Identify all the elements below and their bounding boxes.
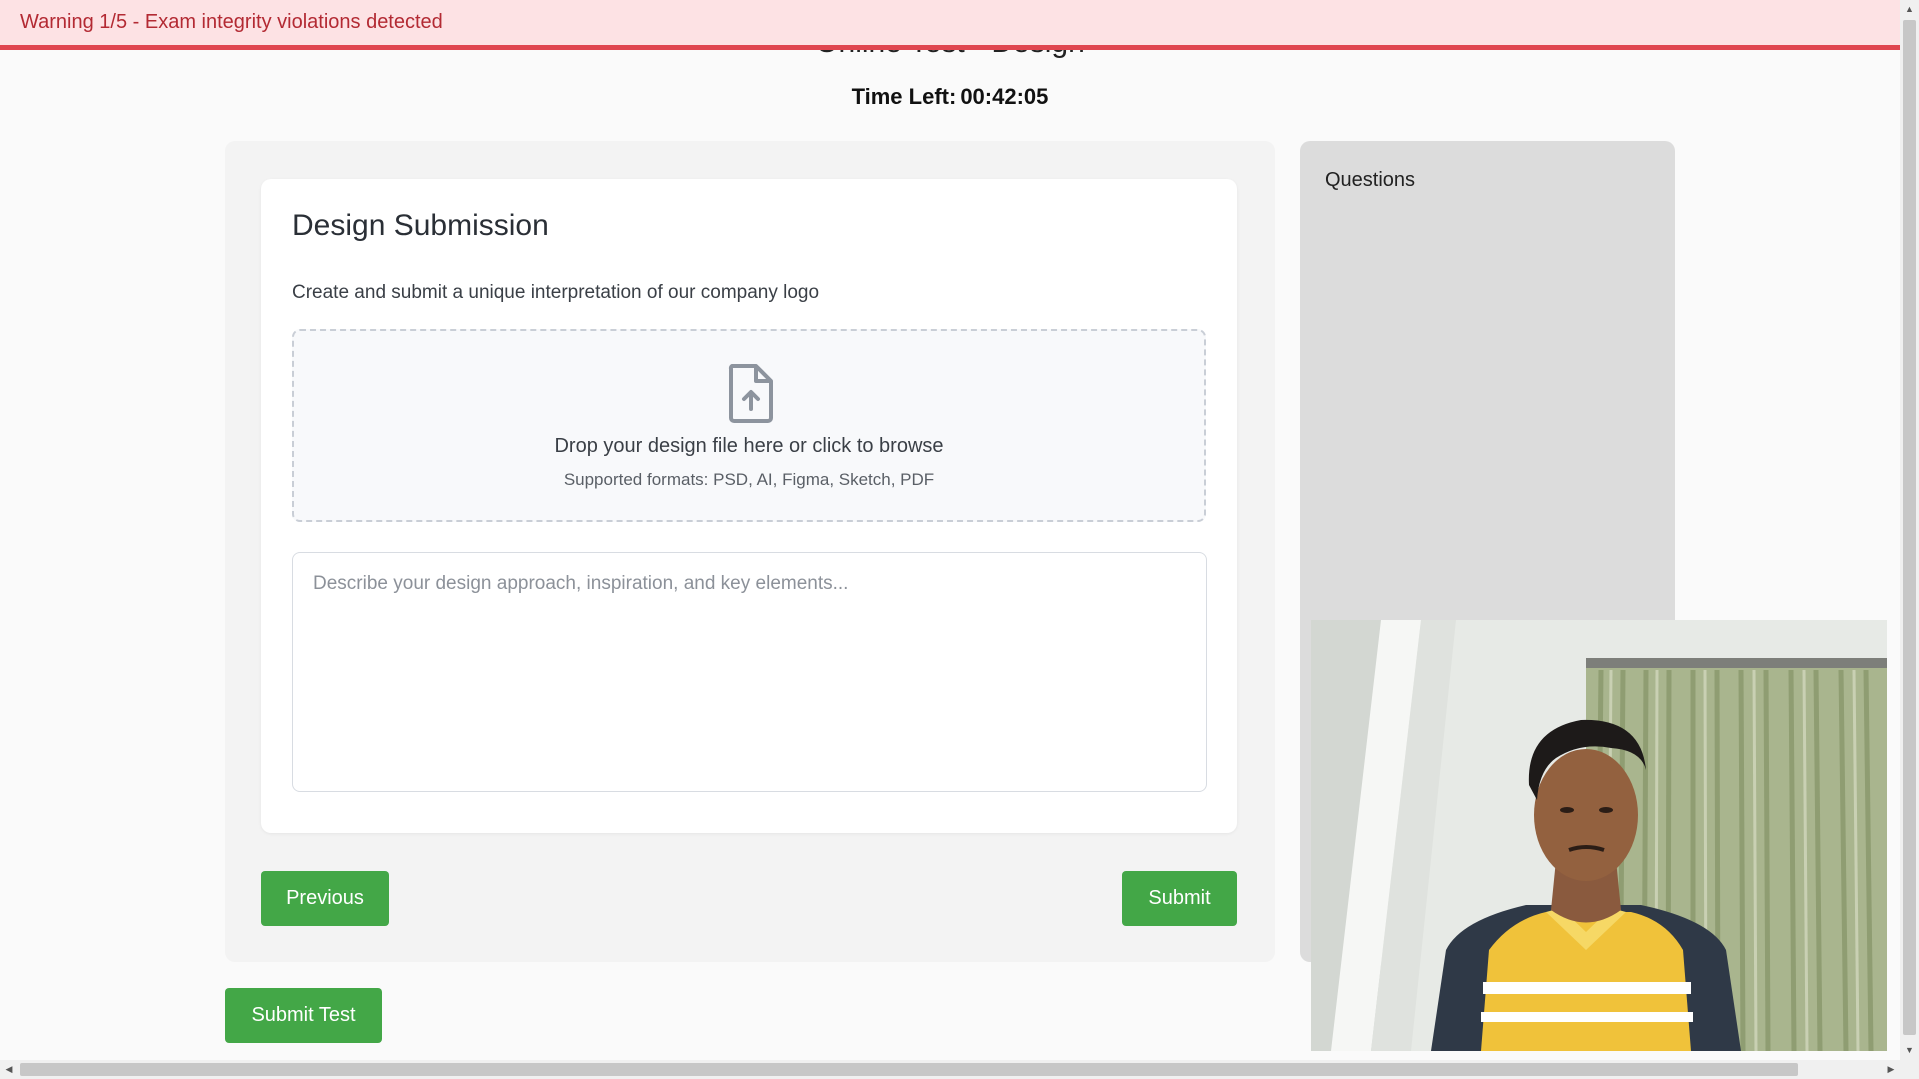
scrollbar-corner xyxy=(1900,1060,1919,1079)
question-card: Design Submission Create and submit a un… xyxy=(261,179,1237,833)
webcam-preview xyxy=(1311,620,1887,1051)
submit-test-button[interactable]: Submit Test xyxy=(225,988,382,1043)
supported-formats-text: Supported formats: PSD, AI, Figma, Sketc… xyxy=(563,470,935,489)
file-upload-icon xyxy=(728,364,773,423)
submit-answer-button[interactable]: Submit xyxy=(1122,871,1237,926)
horizontal-scrollbar[interactable]: ◀ ▶ xyxy=(0,1060,1900,1079)
previous-button[interactable]: Previous xyxy=(261,871,389,926)
question-prompt: Create and submit a unique interpretatio… xyxy=(292,282,820,303)
design-description-input[interactable] xyxy=(292,552,1207,792)
integrity-warning-banner: Warning 1/5 - Exam integrity violations … xyxy=(0,0,1900,50)
warning-text: Warning 1/5 - Exam integrity violations … xyxy=(20,11,443,33)
questions-heading: Questions xyxy=(1325,169,1416,191)
question-title: Design Submission xyxy=(292,209,549,242)
timer: Time Left: 00:42:05 xyxy=(0,84,1900,110)
file-drop-zone[interactable]: Drop your design file here or click to b… xyxy=(292,329,1206,522)
drop-zone-text: Drop your design file here or click to b… xyxy=(554,435,944,457)
question-panel: Design Submission Create and submit a un… xyxy=(225,141,1275,962)
vertical-scroll-thumb[interactable] xyxy=(1903,20,1916,1035)
timer-value: 00:42:05 xyxy=(960,84,1049,109)
timer-label: Time Left: xyxy=(851,84,957,109)
exam-page: Warning 1/5 - Exam integrity violations … xyxy=(0,0,1919,1079)
scroll-right-icon[interactable]: ▶ xyxy=(1884,1060,1898,1079)
scroll-up-icon[interactable]: ▲ xyxy=(1900,2,1919,16)
webcam-image xyxy=(1311,620,1887,1051)
scroll-down-icon[interactable]: ▼ xyxy=(1900,1043,1919,1057)
horizontal-scroll-thumb[interactable] xyxy=(20,1063,1798,1076)
scroll-left-icon[interactable]: ◀ xyxy=(2,1060,16,1079)
vertical-scrollbar[interactable]: ▲ ▼ xyxy=(1900,0,1919,1060)
